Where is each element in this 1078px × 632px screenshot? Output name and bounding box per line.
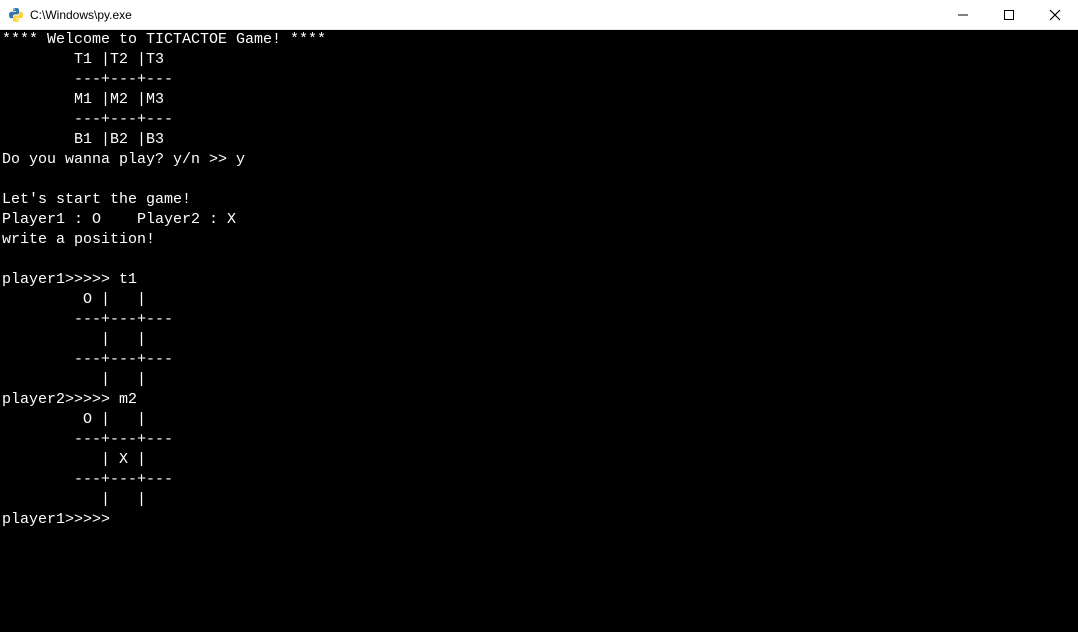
terminal-line: Do you wanna play? y/n >> y — [2, 150, 1076, 170]
terminal-line: O | | — [2, 410, 1076, 430]
terminal-line: T1 |T2 |T3 — [2, 50, 1076, 70]
terminal-line: ---+---+--- — [2, 110, 1076, 130]
terminal-line: **** Welcome to TICTACTOE Game! **** — [2, 30, 1076, 50]
terminal-line: O | | — [2, 290, 1076, 310]
terminal-line: ---+---+--- — [2, 470, 1076, 490]
terminal-line: ---+---+--- — [2, 310, 1076, 330]
terminal-output[interactable]: **** Welcome to TICTACTOE Game! **** T1 … — [0, 30, 1078, 632]
terminal-line: ---+---+--- — [2, 70, 1076, 90]
terminal-line: Let's start the game! — [2, 190, 1076, 210]
terminal-line: | | — [2, 330, 1076, 350]
terminal-line — [2, 250, 1076, 270]
window-titlebar: C:\Windows\py.exe — [0, 0, 1078, 30]
python-icon — [8, 7, 24, 23]
terminal-line: | | — [2, 490, 1076, 510]
terminal-line: M1 |M2 |M3 — [2, 90, 1076, 110]
terminal-line: write a position! — [2, 230, 1076, 250]
terminal-line — [2, 170, 1076, 190]
window-title: C:\Windows\py.exe — [30, 8, 132, 22]
terminal-line: player2>>>>> m2 — [2, 390, 1076, 410]
minimize-button[interactable] — [940, 0, 986, 30]
terminal-line: player1>>>>> — [2, 510, 1076, 530]
terminal-line: | X | — [2, 450, 1076, 470]
terminal-line: | | — [2, 370, 1076, 390]
terminal-line: B1 |B2 |B3 — [2, 130, 1076, 150]
terminal-line: ---+---+--- — [2, 350, 1076, 370]
maximize-button[interactable] — [986, 0, 1032, 30]
terminal-line: player1>>>>> t1 — [2, 270, 1076, 290]
terminal-line: ---+---+--- — [2, 430, 1076, 450]
terminal-line: Player1 : O Player2 : X — [2, 210, 1076, 230]
close-button[interactable] — [1032, 0, 1078, 30]
